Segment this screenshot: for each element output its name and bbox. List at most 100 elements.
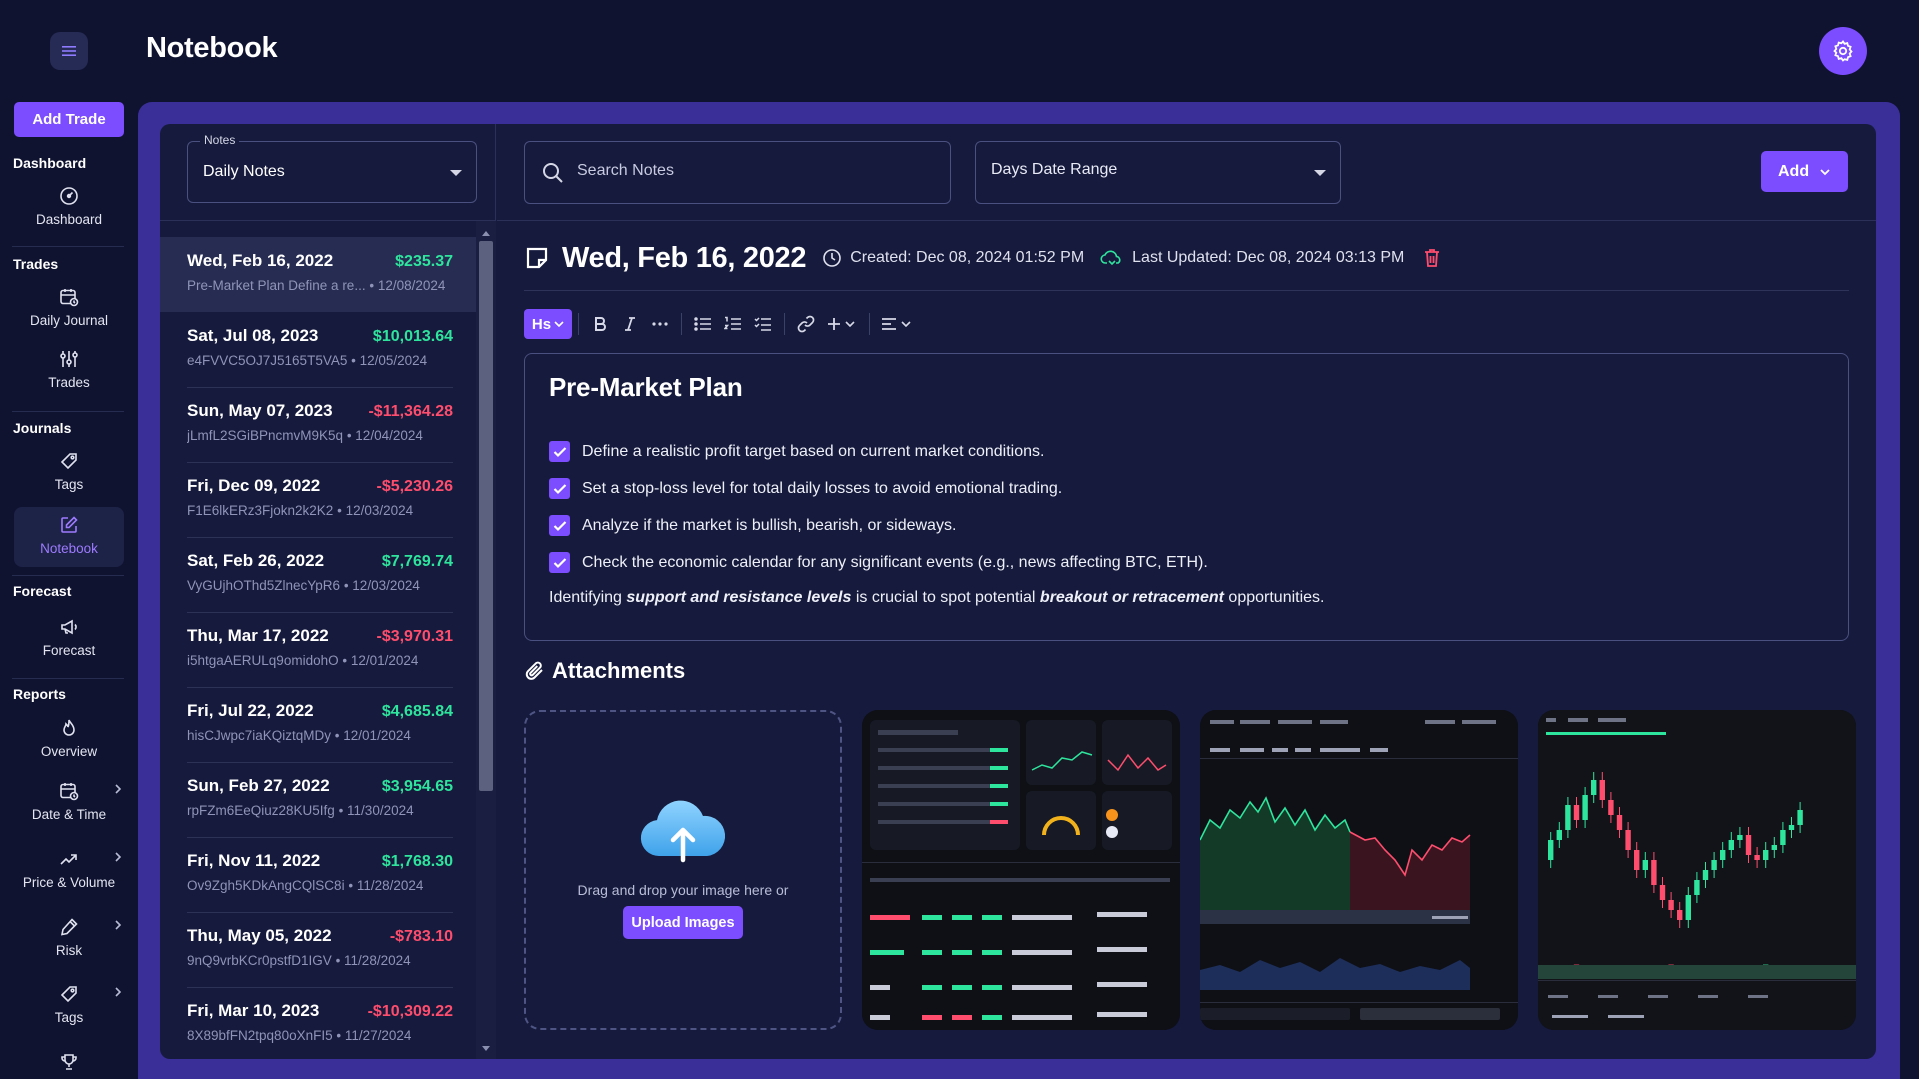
italic-button[interactable] (615, 309, 645, 339)
sidebar-item-date-time[interactable]: Date & Time (14, 773, 124, 833)
upload-images-button[interactable]: Upload Images (623, 906, 743, 939)
note-list-item[interactable]: Wed, Feb 16, 2022 $235.37 Pre-Market Plan … (160, 237, 476, 312)
note-list-item[interactable]: Sun, Feb 27, 2022 $3,954.65 rpFZm6EeQiuz28… (160, 762, 476, 837)
numbered-list-button[interactable] (718, 309, 748, 339)
search-notes-field[interactable] (524, 141, 951, 204)
add-button[interactable]: Add (1761, 151, 1848, 192)
note-created-date: 11/28/2024 (344, 953, 411, 968)
checkbox-checked[interactable] (549, 552, 570, 573)
checkbox-checked[interactable] (549, 478, 570, 499)
note-separator: • (340, 578, 353, 593)
updated-meta: Last Updated: Dec 08, 2024 03:13 PM (1100, 248, 1404, 268)
note-preview: 8X89bfFN2tpq80oXnFI5 (187, 1028, 333, 1043)
sidebar-item-dashboard[interactable]: Dashboard (14, 178, 124, 238)
note-preview: 9nQ9vrbKCr0pstfD1IGV (187, 953, 332, 968)
checklist-item-text: Set a stop-loss level for total daily lo… (582, 479, 1063, 497)
note-list-item[interactable]: Thu, Mar 17, 2022 -$3,970.31 i5htgaAERULq9… (160, 612, 476, 687)
note-item-header: Fri, Dec 09, 2022 -$5,230.26 (187, 476, 453, 496)
scroll-down-arrow[interactable] (482, 1046, 490, 1051)
note-pnl: $3,954.65 (381, 778, 453, 795)
candle-body (1711, 860, 1717, 870)
checkbox-checked[interactable] (549, 515, 570, 536)
note-date: Sun, May 07, 2023 (187, 401, 333, 420)
add-trade-button[interactable]: Add Trade (14, 102, 124, 137)
note-subline: i5htgaAERULq9omidohO • 12/01/2024 (187, 653, 453, 668)
candle-body (1642, 860, 1648, 870)
sidebar-item-trades[interactable]: Trades (14, 341, 124, 401)
checkbox-checked[interactable] (549, 441, 570, 462)
chevron-down-icon (1820, 168, 1830, 175)
notes-select-legend: Notes (200, 133, 240, 147)
sidebar-item-label: Notebook (40, 541, 98, 556)
market-table-image (862, 710, 1180, 1030)
sidebar-item-trophy[interactable] (14, 1044, 124, 1079)
sidebar-item-notebook[interactable]: Notebook (14, 507, 124, 567)
note-list-item[interactable]: Sat, Feb 26, 2022 $7,769.74 VyGUjhOThd5Zln… (160, 537, 476, 612)
section-reports: Reports (13, 686, 66, 702)
italic-icon (625, 317, 635, 331)
attachment-thumbnail[interactable] (1200, 710, 1518, 1030)
pen-icon (60, 918, 78, 936)
candle-body (1728, 840, 1734, 850)
note-list-item[interactable]: Fri, Dec 09, 2022 -$5,230.26 F1E6lkERz3Fjo… (160, 462, 476, 537)
note-heading: Pre-Market Plan (549, 372, 743, 402)
more-formatting-button[interactable] (645, 309, 675, 339)
chevron-right-icon (115, 987, 122, 997)
search-input[interactable] (577, 162, 937, 180)
divider (12, 678, 124, 679)
candle-body (1651, 860, 1657, 885)
image-dropzone[interactable]: Drag and drop your image here or Upload … (524, 710, 842, 1030)
note-paragraph: Identifying support and resistance level… (549, 589, 1824, 607)
checklist-button[interactable] (748, 309, 778, 339)
note-list-item[interactable]: Fri, Jul 22, 2022 $4,685.84 hisCJwpc7iaKQi… (160, 687, 476, 762)
check-icon (553, 520, 566, 531)
chevron-right-icon (115, 852, 122, 862)
trash-icon[interactable] (1422, 247, 1442, 269)
note-list-item[interactable]: Fri, Nov 11, 2022 $1,768.30 Ov9Zgh5KDkAngC… (160, 837, 476, 912)
link-icon (797, 315, 815, 333)
sidebar-item-price-volume[interactable]: Price & Volume (14, 841, 124, 901)
attachments-title: Attachments (552, 658, 686, 683)
sidebar-item-report-tags[interactable]: Tags (14, 976, 124, 1036)
insert-button[interactable] (821, 309, 861, 339)
attachment-thumbnail[interactable] (862, 710, 1180, 1030)
settings-button[interactable] (1819, 27, 1867, 75)
sidebar-item-risk[interactable]: Risk (14, 909, 124, 969)
sidebar-item-daily-journal[interactable]: Daily Journal (14, 279, 124, 339)
scroll-up-arrow[interactable] (482, 231, 490, 236)
note-preview: F1E6lkERz3Fjokn2k2K2 (187, 503, 334, 518)
heading-style-button[interactable]: Hs (524, 309, 572, 339)
candle-body (1788, 825, 1795, 830)
bold-button[interactable] (585, 309, 615, 339)
sidebar-item-forecast[interactable]: Forecast (14, 609, 124, 669)
date-range-value: Days Date Range (991, 161, 1118, 178)
note-item-header: Sat, Feb 26, 2022 $7,769.74 (187, 551, 453, 571)
note-editor[interactable]: Pre-Market Plan Define a realistic profi… (524, 353, 1849, 641)
note-item-header: Sat, Jul 08, 2023 $10,013.64 (187, 326, 453, 346)
notes-scrollbar[interactable] (476, 221, 496, 1059)
date-range-select[interactable]: Days Date Range (975, 141, 1341, 204)
note-separator: • (338, 653, 351, 668)
note-list-item[interactable]: Sat, Jul 08, 2023 $10,013.64 e4FVVC5OJ7J51… (160, 312, 476, 387)
candlestick-chart-image (1538, 710, 1856, 1030)
sidebar-item-overview[interactable]: Overview (14, 710, 124, 770)
attachment-thumbnail[interactable] (1538, 710, 1856, 1030)
align-button[interactable] (876, 309, 916, 339)
note-list-item[interactable]: Sun, May 07, 2023 -$11,364.28 jLmfL2SGiBPn… (160, 387, 476, 462)
link-button[interactable] (791, 309, 821, 339)
note-list-item[interactable]: Thu, May 05, 2022 -$783.10 9nQ9vrbKCr0pstf… (160, 912, 476, 987)
menu-button[interactable] (50, 32, 88, 70)
bullet-list-button[interactable] (688, 309, 718, 339)
sidebar-item-label: Tags (54, 1010, 84, 1025)
notes-type-select[interactable]: Notes Daily Notes (187, 133, 477, 203)
note-pnl: $7,769.74 (381, 553, 453, 570)
scroll-thumb[interactable] (479, 241, 493, 791)
candle-body (1659, 885, 1666, 900)
divider (160, 220, 496, 221)
sidebar-item-tags[interactable]: Tags (14, 443, 124, 503)
note-item-header: Fri, Jul 22, 2022 $4,685.84 (187, 701, 453, 721)
hamburger-icon (62, 46, 76, 56)
dashboard-icon (60, 187, 78, 205)
note-list-item[interactable]: Fri, Mar 10, 2023 -$10,309.22 8X89bfFN2tpq… (160, 987, 476, 1059)
note-preview: VyGUjhOThd5ZlnecYpR6 (187, 578, 341, 593)
